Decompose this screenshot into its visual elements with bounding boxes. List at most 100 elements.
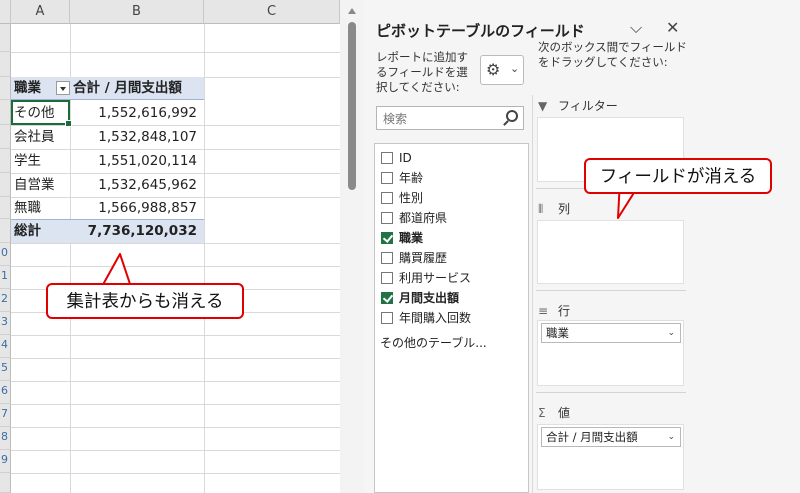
column-header-b[interactable]: B [70,0,204,24]
field-checkbox[interactable] [381,192,393,204]
rows-area-title: 行 [558,304,571,318]
field-list: ID 年齢 性別 都道府県 職業 購買履歴 利用サービス 月間支出額 年間購入回… [374,143,529,493]
field-search-input[interactable]: 検索 [376,106,524,130]
row-header[interactable] [0,100,11,125]
field-checkbox[interactable] [381,212,393,224]
pane-divider [532,95,533,493]
row-header[interactable]: 9 [0,450,11,473]
rows-area-label: ≡ 行 [538,302,570,319]
row-header[interactable] [0,173,11,197]
field-checkbox[interactable] [381,272,393,284]
column-header-c[interactable]: C [204,0,340,24]
field-label: 都道府県 [399,211,448,225]
field-label: ID [399,151,412,165]
pivot-total-value[interactable]: 7,736,120,032 [70,219,203,243]
values-drop-area[interactable]: 合計 / 月間支出額 ⌄ [537,424,684,490]
row-header[interactable] [0,197,11,219]
column-header-a[interactable]: A [11,0,70,24]
pivot-row-label[interactable]: 学生 [14,149,68,173]
gridline [11,473,340,474]
gridline [11,450,340,451]
row-header[interactable]: 6 [0,381,11,404]
field-checkbox-checked[interactable] [381,232,393,244]
columns-drop-area[interactable] [537,220,684,284]
row-header[interactable]: 7 [0,404,11,427]
tools-settings-button[interactable]: ⚙ ⌄ [480,55,524,85]
field-checkbox[interactable] [381,252,393,264]
pivot-total-label[interactable]: 総計 [14,219,68,243]
gridline [11,404,340,405]
gear-icon: ⚙ [486,60,501,79]
field-checkbox[interactable] [381,152,393,164]
pivot-header-value[interactable]: 合計 / 月間支出額 [73,77,182,100]
chevron-down-icon[interactable]: ⌄ [667,324,675,342]
field-label: 職業 [399,231,424,245]
chevron-down-icon: ⌄ [510,62,520,75]
field-checkbox-checked[interactable] [381,292,393,304]
pivot-row-value[interactable]: 1,532,848,107 [70,125,203,149]
close-icon[interactable]: ✕ [666,18,679,37]
callout-table-disappears: 集計表からも消える [46,283,244,319]
pivot-row-label[interactable]: 無職 [14,196,68,220]
row-header[interactable]: 2 [0,289,11,312]
area-separator [536,392,686,393]
field-label: 月間支出額 [399,291,460,305]
row-header[interactable]: 1 [0,266,11,289]
field-checkbox[interactable] [381,312,393,324]
search-icon[interactable] [506,110,518,122]
values-field-label: 合計 / 月間支出額 [546,430,638,444]
callout-field-disappears: フィールドが消える [584,158,772,194]
gridline [11,427,340,428]
columns-area-label: ⦀ 列 [538,200,570,217]
pivot-row-value[interactable]: 1,566,988,857 [70,196,203,220]
rows-field-label: 職業 [546,326,569,340]
row-header[interactable]: 0 [0,243,11,266]
row-header[interactable]: 3 [0,312,11,335]
rows-drop-area[interactable]: 職業 ⌄ [537,320,684,386]
gridline [11,52,340,53]
pivot-row-value[interactable]: 1,532,645,962 [70,173,203,197]
pane-options-chevron-icon[interactable]: ⌵ [630,18,642,38]
row-header[interactable] [0,473,11,493]
field-label: 年齢 [399,171,424,185]
row-header[interactable]: 4 [0,335,11,358]
chevron-down-icon[interactable]: ⌄ [667,428,675,446]
instruction-drag-fields: 次のボックス間でフィールドをドラッグしてください: [538,40,687,69]
spreadsheet-grid[interactable]: A B C 0 1 2 3 4 5 6 7 8 9 職業 合計 / 月間支出額 … [0,0,340,493]
pivot-row-label[interactable]: 会社員 [14,125,68,149]
active-cell-selection [11,100,72,127]
row-header[interactable] [0,24,11,52]
filter-dropdown-button[interactable] [56,81,70,95]
corner-select-all[interactable] [0,0,11,24]
row-header[interactable] [0,219,11,243]
pane-scrollbar[interactable] [788,0,800,493]
scroll-thumb[interactable] [348,22,356,190]
field-label: 年間購入回数 [399,311,472,325]
scroll-up-arrow-icon[interactable] [348,8,356,14]
more-tables-link[interactable]: その他のテーブル... [380,334,487,351]
values-field-item[interactable]: 合計 / 月間支出額 ⌄ [541,427,681,447]
pane-title: ピボットテーブルのフィールド [376,22,585,40]
row-header[interactable] [0,77,11,100]
row-header[interactable]: 8 [0,427,11,450]
row-header[interactable] [0,52,11,77]
sheet-vertical-scrollbar[interactable] [340,0,364,493]
filter-icon: ▼ [538,99,548,113]
area-separator [536,290,686,291]
pivot-row-value[interactable]: 1,552,616,992 [70,101,203,125]
pivot-row-label[interactable]: 自営業 [14,173,68,197]
gridline [204,24,205,493]
row-header[interactable] [0,125,11,149]
field-label: 利用サービス [399,271,472,285]
search-placeholder: 検索 [383,112,408,126]
row-header[interactable] [0,149,11,173]
gridline [11,266,340,267]
row-header[interactable]: 5 [0,358,11,381]
columns-icon: ⦀ [538,202,544,216]
gridline [11,243,340,244]
rows-field-item[interactable]: 職業 ⌄ [541,323,681,343]
field-label: 性別 [399,191,424,205]
field-checkbox[interactable] [381,172,393,184]
filter-area-label: ▼ フィルター [538,97,618,114]
pivot-row-value[interactable]: 1,551,020,114 [70,149,203,173]
